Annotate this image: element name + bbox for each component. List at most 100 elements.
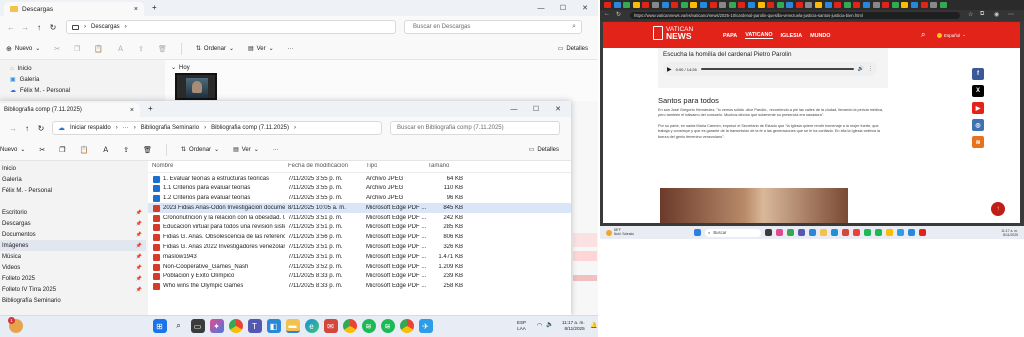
nav-item-vaticano[interactable]: VATICANO [745, 32, 773, 39]
taskbar-app-icon[interactable] [919, 229, 927, 236]
file-row[interactable]: Who wins the Olympic Games 7/11/2025 8:33… [148, 282, 571, 292]
file-row[interactable]: Población y Éxito Olímpico 7/11/2025 8:33… [148, 272, 571, 282]
copilot-icon[interactable]: ✦ [209, 319, 224, 333]
browser-tab[interactable] [872, 2, 880, 8]
delete-icon[interactable]: 🗑 [143, 146, 152, 154]
taskbar-app-icon[interactable] [897, 229, 905, 236]
notification-bell-icon[interactable]: 🔔 [590, 322, 597, 329]
taskbar-app-icon[interactable] [765, 229, 773, 236]
menu-icon[interactable]: ⋯ [1008, 11, 1014, 18]
weather-widget[interactable]: 88°F Nubl. Soleado [606, 228, 634, 236]
details-button[interactable]: ▭ Detalles [529, 146, 559, 154]
sort-button[interactable]: ⇅ Ordenar ⌄ [196, 45, 234, 53]
browser-tab[interactable] [795, 2, 803, 8]
browser-tab[interactable] [901, 2, 909, 8]
task-view-icon[interactable]: ▭ [190, 319, 205, 333]
sidebar-item[interactable]: Escritorio 📌 [0, 207, 146, 218]
browser-tab[interactable] [834, 2, 842, 8]
chrome-icon[interactable] [228, 319, 243, 333]
taskbar-app-icon[interactable] [908, 229, 916, 236]
breadcrumb[interactable]: Descargas [91, 24, 120, 30]
sidebar-item-personal[interactable]: ☁ Félix M. - Personal [0, 85, 160, 96]
browser-tab[interactable] [882, 2, 890, 8]
close-tab-icon[interactable]: × [130, 107, 134, 114]
refresh-icon[interactable]: ↻ [616, 11, 621, 18]
sidebar-item[interactable]: Videos 📌 [0, 262, 146, 273]
taskbar-app-icon[interactable] [864, 229, 872, 236]
browser-tab[interactable] [719, 2, 727, 8]
tab-bibliografia[interactable]: Bibliografia comp (7.11.2025) × [0, 103, 140, 117]
sidebar-item[interactable]: Música 📌 [0, 251, 146, 262]
audio-player[interactable]: ▶ 0:00 / 14:26 🔊 ⋮ [663, 62, 877, 76]
address-bar[interactable]: ☁ Iniciar respaldo › ··· › Bibliografia … [52, 121, 382, 135]
taskbar-app-icon[interactable] [875, 229, 883, 236]
extensions-icon[interactable]: ⧉ [980, 11, 984, 18]
browser-tab[interactable] [728, 2, 736, 8]
x-icon[interactable]: X [972, 85, 984, 97]
chrome-icon[interactable] [399, 319, 414, 333]
paste-icon[interactable]: 📋 [94, 45, 103, 53]
sidebar-item[interactable]: Descargas 📌 [0, 218, 146, 229]
taskbar-app-icon[interactable] [842, 229, 850, 236]
vatican-news-logo[interactable]: VATICAN NEWS [653, 26, 693, 40]
nav-item-iglesia[interactable]: IGLESIA [781, 33, 803, 39]
delete-icon[interactable]: 🗑 [158, 45, 167, 53]
new-button[interactable]: Nuevo ⌄ [0, 146, 25, 154]
maximize-button[interactable]: ☐ [525, 102, 547, 116]
search-input[interactable]: Buscar en Bibliografia comp (7.11.2025) [390, 121, 560, 135]
sidebar-item[interactable]: Félix M. - Personal [0, 185, 146, 196]
browser-tab[interactable] [891, 2, 899, 8]
column-name[interactable]: Nombre [152, 163, 173, 169]
browser-tab[interactable] [824, 2, 832, 8]
browser-tab[interactable] [930, 2, 938, 8]
close-button[interactable]: ✕ [574, 1, 596, 15]
sidebar-item[interactable]: Folleto IV Tirra 2025 📌 [0, 284, 146, 295]
share-icon[interactable]: ⇪ [138, 45, 144, 53]
forward-arrow-icon[interactable]: → [18, 23, 32, 32]
tab-descargas[interactable]: Descargas × [4, 2, 144, 16]
language-indicator[interactable]: ESP LAA [517, 320, 526, 332]
search-input[interactable]: Buscar en Descargas ⌕ [404, 20, 582, 34]
browser-tab[interactable] [699, 2, 707, 8]
browser-tab[interactable] [651, 2, 659, 8]
nav-item-mundo[interactable]: MUNDO [810, 33, 830, 39]
sidebar-item[interactable]: Folleto 2025 📌 [0, 273, 146, 284]
taskbar-app-icon[interactable] [809, 229, 817, 236]
browser-tab[interactable] [709, 2, 717, 8]
column-size[interactable]: Tamaño [428, 163, 449, 169]
browser-tab[interactable] [805, 2, 813, 8]
start-icon[interactable] [694, 229, 702, 236]
taskbar-app-icon[interactable] [787, 229, 795, 236]
browser-tab[interactable] [843, 2, 851, 8]
browser-tab[interactable] [853, 2, 861, 8]
address-bar[interactable]: › Descargas › [66, 20, 396, 34]
volume-icon[interactable]: 🔈 [546, 321, 553, 328]
file-row[interactable]: Fidias G. Arias 2022 Investigadores vene… [148, 243, 571, 253]
paste-icon[interactable]: 📋 [80, 146, 89, 154]
maximize-button[interactable]: ☐ [552, 1, 574, 15]
file-row[interactable]: Fidias G. Arias. Obsolescencia de las re… [148, 233, 571, 243]
file-row[interactable]: Non-Cooperative_Games_Nash 7/11/2025 3:52… [148, 262, 571, 272]
windows-start-icon[interactable]: ⊞ [152, 319, 167, 333]
browser-tab[interactable] [642, 2, 650, 8]
language-selector[interactable]: Español ⌄ [937, 32, 966, 38]
spotify-icon[interactable]: ≋ [361, 319, 376, 333]
details-button[interactable]: ▭ Detalles [558, 45, 588, 53]
browser-tab[interactable] [613, 2, 621, 8]
notification-avatar[interactable]: 1 [8, 317, 23, 333]
rename-icon[interactable]: Ａ [117, 44, 124, 54]
browser-tab[interactable] [815, 2, 823, 8]
copy-icon[interactable]: ❐ [59, 146, 65, 154]
minimize-button[interactable]: — [503, 102, 525, 116]
store-icon[interactable]: ◧ [266, 319, 281, 333]
browser-tab[interactable] [623, 2, 631, 8]
refresh-icon[interactable]: ↻ [46, 23, 60, 32]
new-tab-button[interactable]: + [152, 3, 157, 12]
cut-icon[interactable]: ✂ [39, 146, 45, 154]
browser-tab[interactable] [863, 2, 871, 8]
facebook-icon[interactable]: f [972, 68, 984, 80]
new-button[interactable]: ⊕ Nuevo ⌄ [6, 45, 40, 53]
back-arrow-icon[interactable]: ← [4, 23, 18, 32]
up-arrow-icon[interactable]: ↑ [32, 23, 46, 32]
taskbar-app-icon[interactable] [886, 229, 894, 236]
